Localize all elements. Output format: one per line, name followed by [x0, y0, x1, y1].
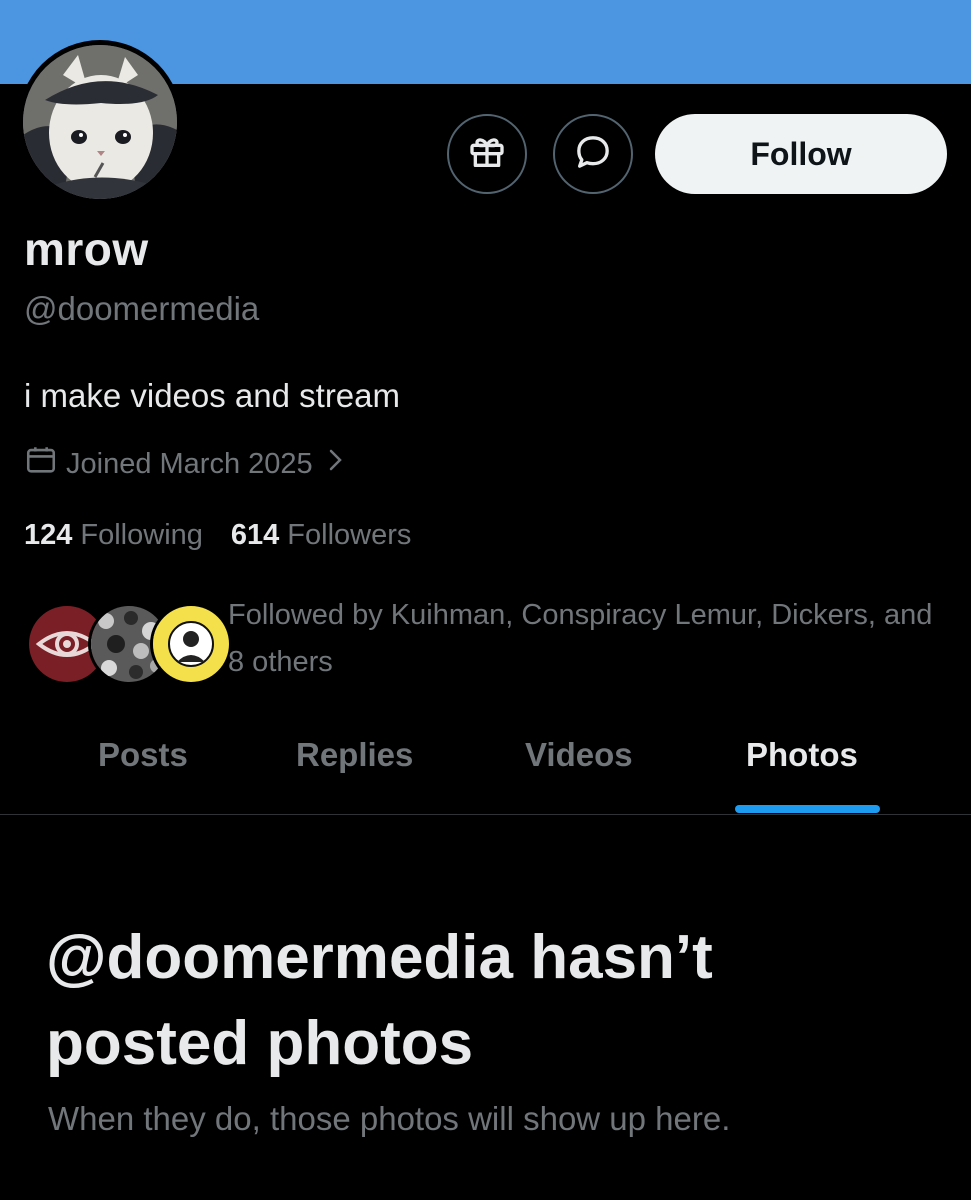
follower-avatar-3 — [150, 603, 232, 685]
empty-state-title: @doomermedia hasn’t posted photos — [46, 923, 713, 1078]
followed-by-avatars[interactable] — [26, 603, 232, 685]
chevron-right-icon — [325, 447, 355, 481]
tab-photos[interactable]: Photos — [746, 736, 858, 774]
follow-button[interactable]: Follow — [655, 114, 947, 194]
followers-count: 614 — [230, 519, 280, 551]
tabs-divider — [0, 814, 971, 815]
calendar-icon — [24, 443, 66, 485]
message-bubble-icon — [573, 132, 613, 177]
display-name: mrow — [24, 223, 149, 275]
active-tab-indicator — [735, 805, 880, 813]
profile-avatar[interactable] — [18, 40, 182, 204]
profile-stats: 124 Following 614 Followers — [24, 519, 439, 552]
followers-label: Followers — [287, 519, 412, 551]
following-count: 124 — [24, 519, 73, 551]
cat-avatar-icon — [23, 45, 177, 199]
followed-by-text[interactable]: Followed by Kuihman, Conspiracy Lemur, D… — [228, 592, 948, 686]
profile-tabs: Posts Replies Videos Photos — [0, 712, 971, 814]
followers-stat[interactable]: 614 Followers — [231, 519, 411, 552]
empty-state-subtitle: When they do, those photos will show up … — [48, 1100, 731, 1137]
gift-button[interactable] — [447, 114, 527, 194]
message-button[interactable] — [553, 114, 633, 194]
following-stat[interactable]: 124 Following — [24, 519, 203, 552]
joined-text: Joined March 2025 — [66, 447, 313, 480]
joined-date[interactable]: Joined March 2025 — [24, 444, 355, 484]
profile-handle: @doomermedia — [24, 290, 260, 327]
following-label: Following — [80, 519, 203, 551]
profile-bio: i make videos and stream — [24, 377, 401, 414]
tab-posts[interactable]: Posts — [98, 736, 188, 774]
tab-videos[interactable]: Videos — [525, 736, 633, 774]
gift-icon — [467, 132, 507, 177]
tab-replies[interactable]: Replies — [296, 736, 413, 774]
